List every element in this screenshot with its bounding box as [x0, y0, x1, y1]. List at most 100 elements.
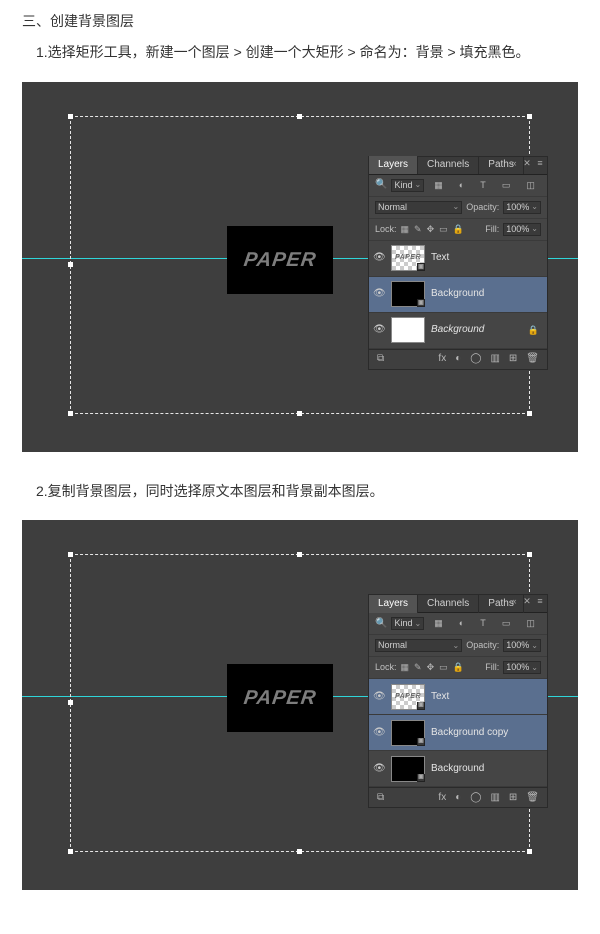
filter-pixel-icon[interactable]: ▦	[434, 180, 443, 191]
lock-pixels-icon[interactable]: ✎	[414, 224, 422, 235]
link-layers-icon[interactable]: ⧉	[377, 353, 384, 365]
opacity-value[interactable]: 100%⌄	[503, 639, 541, 652]
close-icon[interactable]: ✕	[522, 158, 532, 169]
handle-bot-right[interactable]	[527, 849, 532, 854]
blend-mode-dropdown[interactable]: Normal⌄	[375, 201, 462, 214]
handle-bot-right[interactable]	[527, 411, 532, 416]
lock-transparency-icon[interactable]: ▦	[401, 224, 410, 235]
layer-name[interactable]: Background copy	[431, 727, 508, 739]
filter-pixel-icon[interactable]: ▦	[434, 618, 443, 629]
group-icon[interactable]: ▥	[490, 792, 499, 804]
visibility-toggle-icon[interactable]: 👁	[373, 691, 385, 703]
layer-name[interactable]: Background	[431, 288, 484, 300]
layer-thumbnail[interactable]: PAPER▣	[391, 245, 425, 271]
menu-icon[interactable]: ≡	[535, 596, 545, 607]
panel-footer: ⧉ fx ◐ ◯ ▥ ⊞ 🗑	[369, 787, 547, 807]
visibility-toggle-icon[interactable]: 👁	[373, 252, 385, 264]
collapse-icon[interactable]: «	[509, 158, 519, 169]
lock-position-icon[interactable]: ✥	[427, 224, 435, 235]
canvas-rectangle[interactable]: PAPER	[227, 664, 333, 732]
layer-row[interactable]: 👁 PAPER▣ Text	[369, 241, 547, 277]
handle-mid-left[interactable]	[68, 262, 73, 267]
layer-name[interactable]: Text	[431, 691, 449, 703]
layer-name[interactable]: Background	[431, 763, 484, 775]
fx-icon[interactable]: fx	[438, 792, 446, 804]
filter-adjust-icon[interactable]: ◐	[459, 180, 464, 191]
lock-transparency-icon[interactable]: ▦	[401, 662, 410, 673]
visibility-toggle-icon[interactable]: 👁	[373, 288, 385, 300]
close-icon[interactable]: ✕	[522, 596, 532, 607]
visibility-toggle-icon[interactable]: 👁	[373, 324, 385, 336]
lock-position-icon[interactable]: ✥	[427, 662, 435, 673]
kind-dropdown[interactable]: Kind⌄	[391, 179, 424, 192]
layer-row[interactable]: 👁 PAPER▣ Text	[369, 679, 547, 715]
layer-thumbnail[interactable]: ▣	[391, 756, 425, 782]
fx-icon[interactable]: fx	[438, 353, 446, 365]
layer-thumbnail[interactable]	[391, 317, 425, 343]
filter-shape-icon[interactable]: ▭	[502, 180, 511, 191]
handle-bot-left[interactable]	[68, 411, 73, 416]
fill-label: Fill:	[485, 662, 499, 673]
lock-artboard-icon[interactable]: ▭	[439, 662, 448, 673]
filter-shape-icon[interactable]: ▭	[502, 618, 511, 629]
opacity-value[interactable]: 100%⌄	[503, 201, 541, 214]
layer-name[interactable]: Text	[431, 252, 449, 264]
handle-top-left[interactable]	[68, 552, 73, 557]
lock-pixels-icon[interactable]: ✎	[414, 662, 422, 673]
mask-icon[interactable]: ◐	[455, 353, 461, 365]
collapse-icon[interactable]: «	[509, 596, 519, 607]
handle-top-right[interactable]	[527, 552, 532, 557]
lock-artboard-icon[interactable]: ▭	[439, 224, 448, 235]
fill-value[interactable]: 100%⌄	[503, 223, 541, 236]
tab-channels[interactable]: Channels	[418, 156, 479, 174]
handle-top-left[interactable]	[68, 114, 73, 119]
mask-icon[interactable]: ◐	[455, 792, 461, 804]
fill-value[interactable]: 100%⌄	[503, 661, 541, 674]
search-icon[interactable]: 🔍	[375, 179, 387, 191]
new-layer-icon[interactable]: ⊞	[509, 353, 517, 365]
handle-top-mid[interactable]	[297, 114, 302, 119]
layers-panel[interactable]: Layers Channels Paths « ✕ ≡ 🔍 Kind⌄ ▦ ◐ …	[368, 594, 548, 808]
search-icon[interactable]: 🔍	[375, 618, 387, 630]
document-body: 三、创建背景图层 1.选择矩形工具，新建一个图层 > 创建一个大矩形 > 命名为…	[0, 0, 600, 934]
tab-channels[interactable]: Channels	[418, 595, 479, 613]
delete-icon[interactable]: 🗑	[526, 792, 539, 804]
adjustment-icon[interactable]: ◯	[470, 792, 481, 804]
filter-smart-icon[interactable]: ◫	[526, 180, 535, 191]
visibility-toggle-icon[interactable]: 👁	[373, 763, 385, 775]
filter-type-icon[interactable]: T	[480, 180, 486, 191]
handle-top-right[interactable]	[527, 114, 532, 119]
handle-mid-left[interactable]	[68, 700, 73, 705]
layers-panel[interactable]: Layers Channels Paths « ✕ ≡ 🔍 Kind⌄ ▦ ◐ …	[368, 156, 548, 370]
layer-name[interactable]: Background	[431, 324, 484, 336]
layer-row[interactable]: 👁 Background 🔒	[369, 313, 547, 349]
menu-icon[interactable]: ≡	[535, 158, 545, 169]
kind-dropdown[interactable]: Kind⌄	[391, 617, 424, 630]
layer-row[interactable]: 👁 ▣ Background	[369, 277, 547, 313]
tab-layers[interactable]: Layers	[369, 595, 418, 613]
handle-top-mid[interactable]	[297, 552, 302, 557]
filter-smart-icon[interactable]: ◫	[526, 618, 535, 629]
handle-bot-left[interactable]	[68, 849, 73, 854]
handle-bot-mid[interactable]	[297, 849, 302, 854]
blend-mode-dropdown[interactable]: Normal⌄	[375, 639, 462, 652]
visibility-toggle-icon[interactable]: 👁	[373, 727, 385, 739]
adjustment-icon[interactable]: ◯	[470, 353, 481, 365]
canvas-rectangle[interactable]: PAPER	[227, 226, 333, 294]
blend-row: Normal⌄ Opacity: 100%⌄	[369, 197, 547, 219]
lock-all-icon[interactable]: 🔒	[453, 224, 464, 235]
layer-row[interactable]: 👁 ▣ Background copy	[369, 715, 547, 751]
layer-thumbnail[interactable]: ▣	[391, 281, 425, 307]
handle-bot-mid[interactable]	[297, 411, 302, 416]
filter-type-icon[interactable]: T	[480, 618, 486, 629]
link-layers-icon[interactable]: ⧉	[377, 792, 384, 804]
layer-thumbnail[interactable]: PAPER▣	[391, 684, 425, 710]
tab-layers[interactable]: Layers	[369, 156, 418, 174]
delete-icon[interactable]: 🗑	[526, 353, 539, 365]
layer-thumbnail[interactable]: ▣	[391, 720, 425, 746]
filter-adjust-icon[interactable]: ◐	[459, 618, 464, 629]
group-icon[interactable]: ▥	[490, 353, 499, 365]
new-layer-icon[interactable]: ⊞	[509, 792, 517, 804]
layer-row[interactable]: 👁 ▣ Background	[369, 751, 547, 787]
lock-all-icon[interactable]: 🔒	[453, 662, 464, 673]
